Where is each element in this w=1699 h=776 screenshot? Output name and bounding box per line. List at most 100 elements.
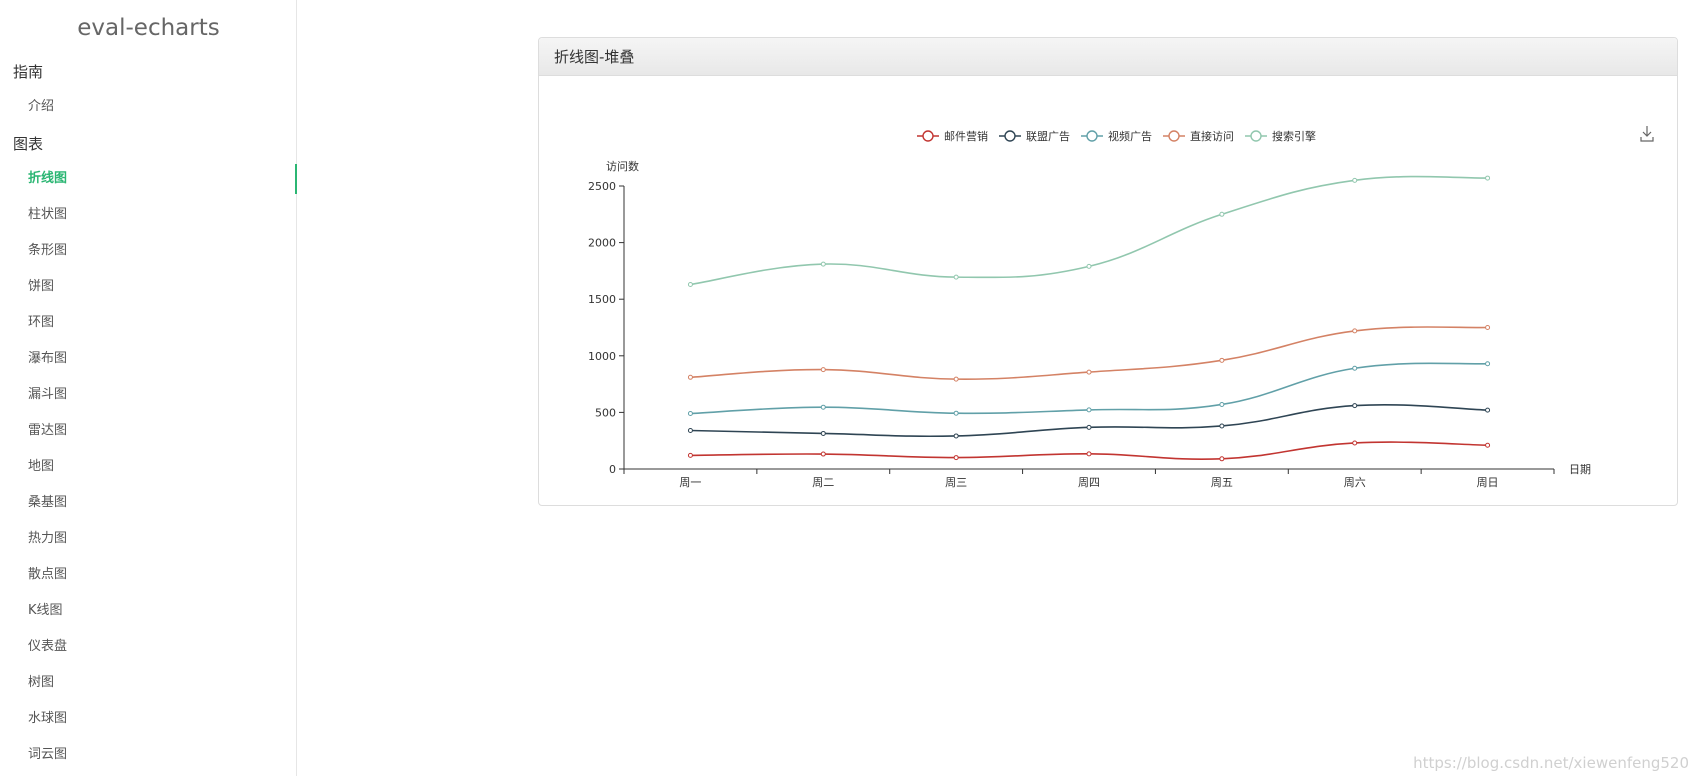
data-point xyxy=(687,374,693,380)
y-tick-label: 2000 xyxy=(588,237,616,250)
data-point xyxy=(1219,456,1225,462)
data-point xyxy=(1485,442,1491,448)
x-tick-label: 周四 xyxy=(1078,476,1100,489)
data-point xyxy=(1086,263,1092,269)
data-point xyxy=(953,433,959,439)
y-tick-label: 2500 xyxy=(588,180,616,193)
data-point xyxy=(1352,403,1358,409)
data-point xyxy=(687,411,693,417)
sidebar-item-heatmap[interactable]: 热力图 xyxy=(28,529,67,549)
data-point xyxy=(1485,361,1491,367)
sidebar-item-wordcloud-chart[interactable]: 词云图 xyxy=(28,745,67,765)
y-axis-label: 访问数 xyxy=(606,160,639,173)
data-point xyxy=(953,274,959,280)
download-icon[interactable] xyxy=(1640,126,1654,142)
data-point xyxy=(1485,407,1491,413)
sidebar-item-gauge[interactable]: 仪表盘 xyxy=(28,637,67,657)
download-arrow xyxy=(1642,126,1652,137)
section-header-charts: 图表 xyxy=(13,135,44,153)
x-tick-label: 周三 xyxy=(945,476,967,489)
data-point xyxy=(1485,175,1491,181)
app-title: eval-echarts xyxy=(77,15,220,41)
data-point xyxy=(820,404,826,410)
data-point xyxy=(687,428,693,434)
x-tick-label: 周六 xyxy=(1344,476,1366,489)
y-tick-label: 1000 xyxy=(588,350,616,363)
panel-title: 折线图-堆叠 xyxy=(539,38,1677,76)
series-4 xyxy=(687,325,1491,382)
data-point xyxy=(1086,407,1092,413)
sidebar-item-funnel-chart[interactable]: 漏斗图 xyxy=(28,385,67,405)
data-point xyxy=(687,452,693,458)
data-point xyxy=(1485,325,1491,330)
legend-label: 邮件营销 xyxy=(944,129,988,143)
series-5 xyxy=(687,175,1491,287)
data-point xyxy=(953,410,959,416)
x-tick-label: 周一 xyxy=(679,476,701,489)
data-point xyxy=(1086,424,1092,430)
series-line xyxy=(690,441,1488,461)
sidebar-item-histogram[interactable]: 条形图 xyxy=(28,241,67,261)
sidebar-item-map[interactable]: 地图 xyxy=(28,457,54,477)
legend-item-5: 搜索引擎 xyxy=(1245,129,1316,143)
data-point xyxy=(687,281,693,287)
chart-container: 0 500 1000 1500 2000 2500 访问数 周一 周二 周三 周四 周五 周六 周日 日期 … xyxy=(539,76,1677,505)
legend-marker xyxy=(1086,130,1098,142)
data-point xyxy=(953,376,959,382)
sidebar-item-waterfall-chart[interactable]: 瀑布图 xyxy=(28,349,67,369)
data-point xyxy=(820,451,826,457)
data-point xyxy=(1086,369,1092,375)
sidebar-item-intro[interactable]: 介绍 xyxy=(28,97,54,117)
watermark: https://blog.csdn.net/xiewenfeng520 xyxy=(1413,754,1689,772)
sidebar-item-sankey-chart[interactable]: 桑基图 xyxy=(28,493,67,513)
sidebar-item-bar-chart[interactable]: 柱状图 xyxy=(28,205,67,225)
x-axis-label: 日期 xyxy=(1569,463,1591,476)
x-tick-label: 周二 xyxy=(812,476,834,489)
legend-marker xyxy=(1250,130,1262,142)
legend-item-4: 直接访问 xyxy=(1163,129,1234,143)
sidebar-item-liquidfill-chart[interactable]: 水球图 xyxy=(28,709,67,729)
section-header-guide: 指南 xyxy=(13,63,44,81)
y-tick-label: 1500 xyxy=(588,293,616,306)
data-point xyxy=(820,430,826,436)
data-point xyxy=(953,455,959,461)
data-point xyxy=(820,367,826,373)
data-point xyxy=(1219,423,1225,429)
data-point xyxy=(1219,401,1225,407)
sidebar-item-pie-chart[interactable]: 饼图 xyxy=(28,277,54,297)
sidebar-item-ring-chart[interactable]: 环图 xyxy=(28,313,54,333)
legend-label: 直接访问 xyxy=(1190,129,1234,143)
sidebar-item-radar-chart[interactable]: 雷达图 xyxy=(28,421,67,441)
data-point xyxy=(820,261,826,267)
x-tick-label: 周五 xyxy=(1211,476,1233,489)
legend-item-2: 联盟广告 xyxy=(999,130,1070,143)
legend-marker xyxy=(922,130,934,142)
data-point xyxy=(1352,440,1358,446)
y-tick-label: 500 xyxy=(595,406,616,419)
sidebar-item-line-chart[interactable]: 折线图 xyxy=(28,169,67,189)
legend-label: 视频广告 xyxy=(1108,129,1152,143)
legend-item-3: 视频广告 xyxy=(1081,129,1152,143)
sidebar: eval-echarts 指南 介绍 图表 折线图 柱状图 条形图 饼图 环图 … xyxy=(0,0,297,776)
download-tray xyxy=(1640,137,1654,142)
legend-label: 联盟广告 xyxy=(1026,130,1070,143)
legend-item-1: 邮件营销 xyxy=(917,129,988,143)
sidebar-item-scatter-chart[interactable]: 散点图 xyxy=(28,565,67,585)
sidebar-item-candlestick-chart[interactable]: K线图 xyxy=(28,601,63,621)
sidebar-item-tree-chart[interactable]: 树图 xyxy=(28,673,54,693)
data-point xyxy=(1352,177,1358,183)
chart-panel: 折线图-堆叠 0 500 1000 1500 2000 2500 访问数周一 周二 周三 周四 周五… xyxy=(538,37,1678,506)
line-chart: 05001000150020002500访问数周一 周二 周三 周四 周五 周六 周日日期 … xyxy=(588,126,1654,489)
series-1 xyxy=(687,440,1491,462)
legend-label: 搜索引擎 xyxy=(1272,129,1316,143)
data-point xyxy=(1352,365,1358,371)
data-point xyxy=(1219,211,1225,217)
data-point xyxy=(1086,451,1092,457)
data-point xyxy=(1352,328,1358,334)
legend-marker xyxy=(1004,130,1016,142)
y-tick-label: 0 xyxy=(609,463,616,476)
legend-marker xyxy=(1168,130,1180,142)
active-item-indicator xyxy=(295,164,297,194)
x-tick-label: 周日 xyxy=(1477,476,1499,489)
data-point xyxy=(1219,357,1225,363)
